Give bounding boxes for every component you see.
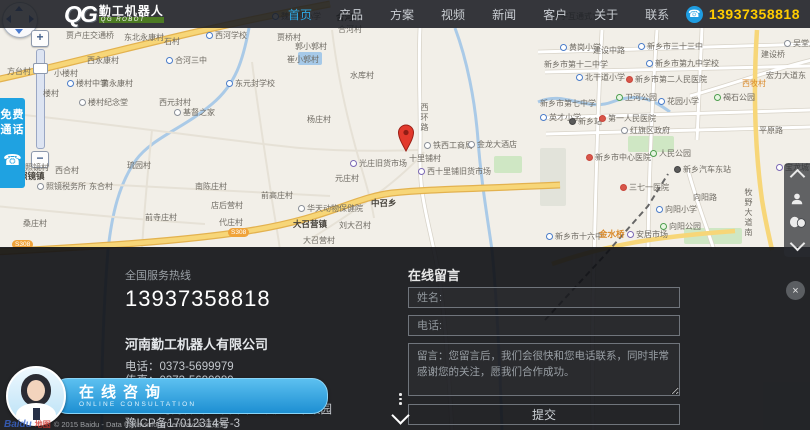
map-zoom-slider-handle[interactable] bbox=[33, 63, 48, 74]
scroll-down-indicator[interactable] bbox=[394, 393, 407, 422]
scroll-dot bbox=[399, 393, 402, 396]
nav-phone-number[interactable]: 13937358818 bbox=[709, 6, 800, 22]
phone-input[interactable] bbox=[408, 315, 680, 336]
nav-item-5[interactable]: 客户 bbox=[543, 6, 567, 23]
telephone-icon: ☎ bbox=[3, 151, 22, 169]
chevron-down-icon[interactable] bbox=[789, 236, 805, 252]
scroll-dot bbox=[399, 398, 402, 401]
attribution-text: © 2015 Baidu - Data © NavInfo & CenNavi … bbox=[54, 419, 227, 430]
online-consult-widget[interactable]: 在线咨询 ONLINE CONSULTATION bbox=[6, 366, 328, 426]
nav-item-6[interactable]: 关于 bbox=[594, 6, 618, 23]
pan-down-arrow[interactable] bbox=[15, 29, 23, 34]
nav-item-1[interactable]: 产品 bbox=[339, 6, 363, 23]
nav-item-4[interactable]: 新闻 bbox=[492, 6, 516, 23]
map-zoom-control: + − bbox=[31, 30, 49, 168]
close-button[interactable]: × bbox=[786, 281, 805, 300]
logo-mark: QG bbox=[64, 1, 96, 28]
logo-subtitle: QG ROBOT bbox=[99, 17, 164, 23]
message-textarea[interactable]: 留言：您留言后，我们会很快和您电话联系，同时非常感谢您的关注，愿我们合作成功。 bbox=[408, 343, 680, 396]
map-zoom-slider-track[interactable] bbox=[36, 49, 45, 149]
page: 魏庄村小学合河乡合河村环宇互通式立交桥贾卢庄交通桥东北永康村石村西河学校贾桥村郭… bbox=[0, 0, 810, 430]
free-call-label-1: 免费 bbox=[1, 108, 25, 123]
navbar: QG 勤工机器人 QG ROBOT 首页 产品 方案 视频 新闻 客户 关于 联系 ☎ 139… bbox=[0, 0, 810, 28]
free-call-tab[interactable]: 免费 通话 ☎ bbox=[0, 98, 25, 188]
map-attribution: Baidu 地图 © 2015 Baidu - Data © NavInfo &… bbox=[4, 419, 227, 430]
logo-text: 勤工机器人 QG ROBOT bbox=[99, 5, 164, 24]
scroll-dot bbox=[399, 402, 402, 405]
contact-person-icon[interactable] bbox=[790, 192, 804, 206]
baidu-logo-cn: 地图 bbox=[35, 419, 51, 430]
form-title: 在线留言 bbox=[408, 265, 680, 280]
nav-phone: ☎ 13937358818 bbox=[686, 0, 800, 28]
nav-item-2[interactable]: 方案 bbox=[390, 6, 414, 23]
consult-title: 在线咨询 bbox=[79, 385, 317, 401]
scroll-chevron-down-icon bbox=[391, 406, 409, 424]
hotline-number: 13937358818 bbox=[125, 286, 332, 312]
message-form: 在线留言 留言：您留言后，我们会很快和您电话联系，同时非常感谢您的关注，愿我们合… bbox=[408, 265, 680, 425]
company-name: 河南勤工机器人有限公司 bbox=[125, 334, 332, 353]
consultant-avatar bbox=[6, 366, 66, 426]
map-pin-marker[interactable] bbox=[395, 124, 417, 152]
map-zoom-out-button[interactable]: − bbox=[31, 151, 49, 168]
logo[interactable]: QG 勤工机器人 QG ROBOT bbox=[64, 1, 164, 27]
map-parks bbox=[298, 52, 742, 244]
logo-company-name: 勤工机器人 bbox=[99, 5, 164, 18]
baidu-logo: Baidu bbox=[4, 419, 32, 430]
submit-button[interactable]: 提交 bbox=[408, 404, 680, 425]
nav-item-0[interactable]: 首页 bbox=[288, 6, 312, 23]
avatar-face bbox=[27, 380, 45, 401]
name-input[interactable] bbox=[408, 287, 680, 308]
map-zoom-in-button[interactable]: + bbox=[31, 30, 49, 47]
consult-subtitle: ONLINE CONSULTATION bbox=[79, 401, 317, 408]
nav-item-7[interactable]: 联系 bbox=[645, 6, 669, 23]
free-call-label-2: 通话 bbox=[1, 123, 25, 138]
consult-banner[interactable]: 在线咨询 ONLINE CONSULTATION bbox=[52, 378, 328, 414]
right-floating-toolbar bbox=[784, 163, 810, 257]
phone-icon: ☎ bbox=[686, 6, 703, 23]
chevron-up-icon[interactable] bbox=[789, 169, 805, 185]
nav-menu: 首页 产品 方案 视频 新闻 客户 关于 联系 bbox=[288, 0, 669, 28]
hotline-label: 全国服务热线 bbox=[125, 267, 332, 283]
nav-item-3[interactable]: 视频 bbox=[441, 6, 465, 23]
qq-chat-icon[interactable] bbox=[789, 216, 806, 228]
